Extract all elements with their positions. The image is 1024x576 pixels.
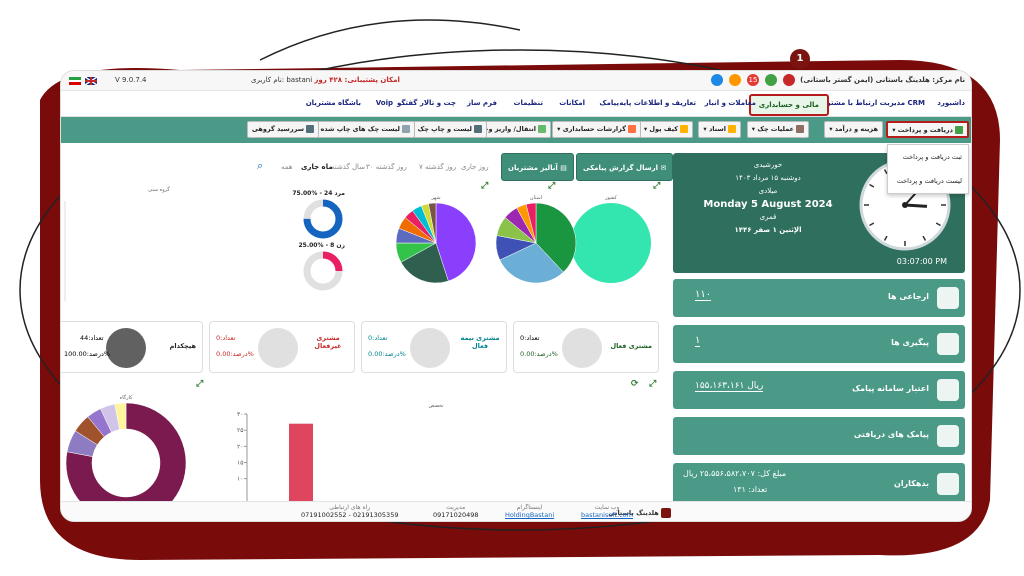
pie-country xyxy=(571,203,651,283)
gender-male-label: 75.00% - 24 مرد xyxy=(292,190,345,197)
y-tick-label: ۳۰ xyxy=(237,411,243,418)
specialty-bars xyxy=(289,423,313,511)
company-logo xyxy=(661,508,671,518)
chart-title-city: شهر xyxy=(430,195,440,201)
footer-manager: مدیریت 09171020498 xyxy=(433,504,479,519)
pie-province xyxy=(495,202,577,284)
page: { "topbar": { "center_title": "نام مرکز:… xyxy=(0,0,1024,576)
stat-circle xyxy=(106,328,146,368)
stat-active-pct: درصد:0.00% xyxy=(520,350,558,358)
stat-semi-active[interactable]: مشتری نیمه فعال تعداد:0 درصد:0.00% xyxy=(361,321,507,373)
y-tick-label: ۲۵ xyxy=(237,427,243,434)
specialty-axis: ۳۰ ۲۵ ۲۰ ۱۵ ۱۰ xyxy=(237,411,248,511)
app-window: نام مرکز: هلدینگ باستانی (ایمن گستر باست… xyxy=(60,70,972,522)
stat-none[interactable]: هیچکدام تعداد:44 درصد:100.00% xyxy=(61,321,203,373)
stat-active[interactable]: مشتری فعال تعداد:0 درصد:0.00% xyxy=(513,321,659,373)
pie-slice[interactable] xyxy=(571,203,651,283)
y-tick-label: ۲۰ xyxy=(237,443,243,450)
instagram-label: اینستاگرام xyxy=(516,504,543,511)
stat-circle xyxy=(258,328,298,368)
gender-female-label: 25.00% - 8 زن xyxy=(299,242,346,249)
website-label: وب سایت xyxy=(594,504,620,511)
instagram-link[interactable]: HoldingBastani xyxy=(505,511,554,519)
footer: هلدینگ باستانی وب سایت bastanisoft.com ای… xyxy=(61,501,971,521)
stat-circle xyxy=(562,328,602,368)
pie-city xyxy=(395,202,477,284)
receive-pay-dropdown: ثبت دریافت و پرداخت لیست دریافت و پرداخت xyxy=(887,144,969,194)
manager-phone: 09171020498 xyxy=(433,511,479,519)
stat-active-count: تعداد:0 xyxy=(520,334,540,342)
chart-title-specialty: تخصص xyxy=(428,403,444,409)
stat-inactive-pct: درصد:0.00% xyxy=(216,350,254,358)
website-link[interactable]: bastanisoft.com xyxy=(581,511,633,519)
stat-inactive[interactable]: مشتری غیرفعال تعداد:0 درصد:0.00% xyxy=(209,321,355,373)
chart-title-workplace: کارگاه xyxy=(120,394,133,401)
contact-phones: 07191002552 - 02191305359 xyxy=(301,511,399,519)
stat-semi-pct: درصد:0.00% xyxy=(368,350,406,358)
bar[interactable] xyxy=(289,423,313,511)
y-tick-label: ۱۵ xyxy=(237,460,243,467)
dropdown-item-register[interactable]: ثبت دریافت و پرداخت xyxy=(888,145,968,169)
stat-none-name: هیچکدام xyxy=(169,342,196,350)
stat-inactive-name: مشتری غیرفعال xyxy=(314,334,342,350)
stat-none-pct: درصد:100.00% xyxy=(64,350,111,358)
stat-circle xyxy=(410,328,450,368)
y-tick-label: ۱۰ xyxy=(237,476,243,483)
stat-active-name: مشتری فعال xyxy=(610,342,652,350)
chart-title-country: کشور xyxy=(604,195,617,201)
charts-layer: کشور استان شهر گروه سنی 0 75.00% - 24 مر… xyxy=(64,186,651,521)
footer-instagram: اینستاگرام HoldingBastani xyxy=(505,504,554,519)
stat-semi-count: تعداد:0 xyxy=(368,334,388,342)
chart-title-province: استان xyxy=(530,195,542,201)
dropdown-item-list[interactable]: لیست دریافت و پرداخت xyxy=(888,169,968,193)
contact-label: راه های ارتباطی xyxy=(329,504,371,511)
stat-none-count: تعداد:44 xyxy=(80,334,104,342)
footer-website: وب سایت bastanisoft.com xyxy=(581,504,633,519)
manager-label: مدیریت xyxy=(446,504,466,511)
footer-contact: راه های ارتباطی 07191002552 - 02191305359 xyxy=(301,504,398,519)
stat-inactive-count: تعداد:0 xyxy=(216,334,236,342)
stat-semi-name: مشتری نیمه فعال xyxy=(460,334,500,350)
chart-title-age: گروه سنی xyxy=(148,186,170,193)
step-callout: 1 xyxy=(790,49,810,69)
